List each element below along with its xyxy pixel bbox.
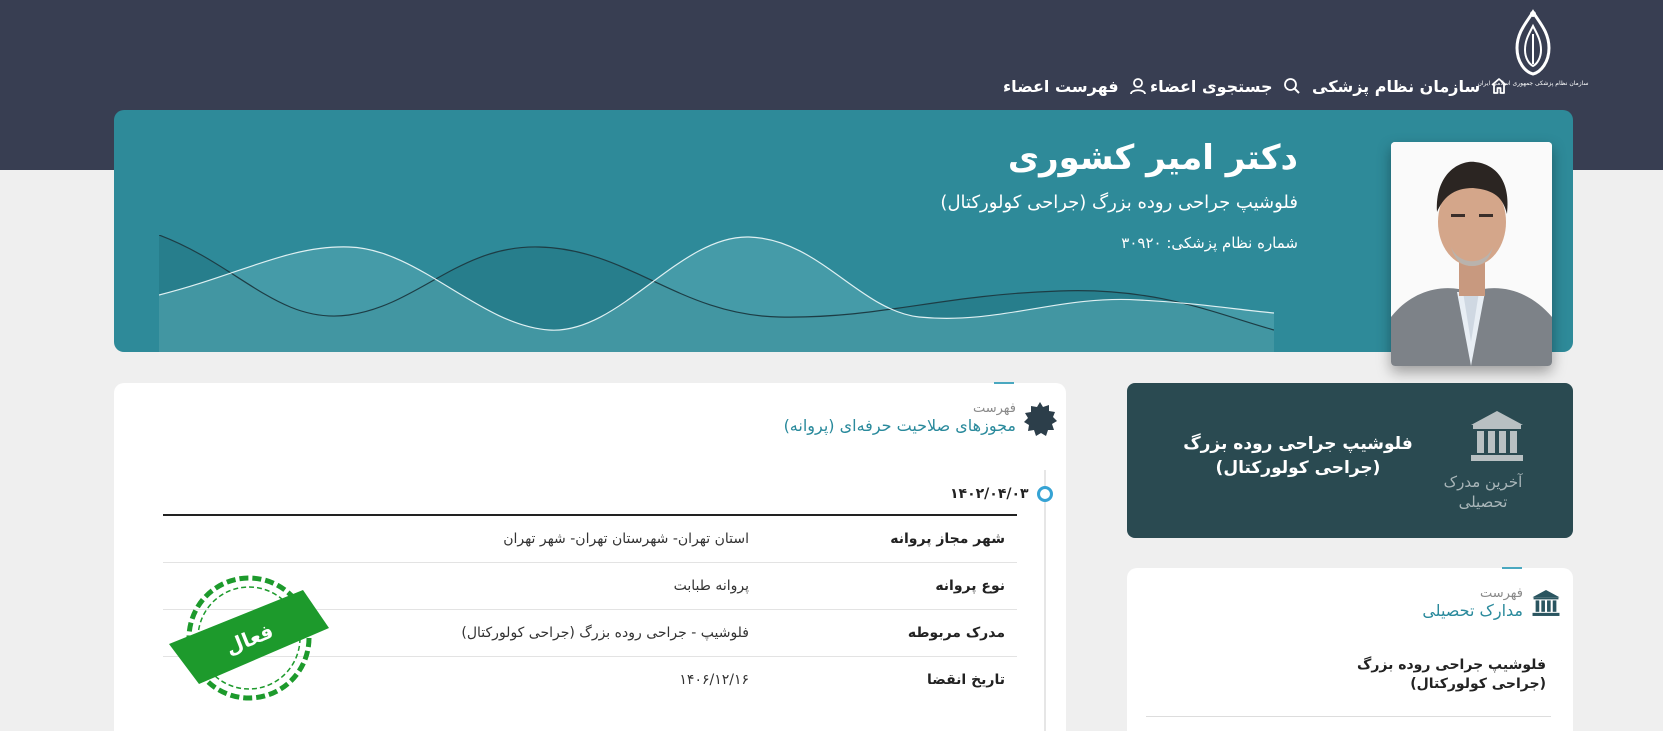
timeline-line <box>1044 470 1046 731</box>
latest-degree-title: فلوشیپ جراحی روده بزرگ (جراحی کولورکتال) <box>1183 434 1413 478</box>
institution-icon <box>1471 411 1523 461</box>
badge-icon <box>1024 402 1057 436</box>
section-tick <box>994 382 1014 384</box>
search-icon <box>1282 76 1302 96</box>
license-row-value: پروانه طبابت <box>673 578 749 594</box>
timeline-dot <box>1037 486 1053 502</box>
license-row-value: ۱۴۰۶/۱۲/۱۶ <box>679 672 749 688</box>
licenses-heading: فهرست مجوزهای صلاحیت حرفه‌ای (پروانه) <box>784 401 1016 435</box>
doctor-name: دکتر امیر کشوری <box>1007 138 1298 178</box>
education-divider <box>1146 716 1551 717</box>
education-heading-small: فهرست <box>1479 586 1523 601</box>
nav-members-label: فهرست اعضاء <box>1003 76 1119 96</box>
education-heading: فهرست مدارک تحصیلی <box>1422 586 1523 620</box>
education-heading-title: مدارک تحصیلی <box>1422 601 1523 620</box>
nav-search-link[interactable]: جستجوی اعضاء <box>1150 72 1302 100</box>
licenses-heading-title: مجوزهای صلاحیت حرفه‌ای (پروانه) <box>783 416 1016 435</box>
user-icon <box>1128 76 1148 96</box>
doctor-photo <box>1391 142 1552 366</box>
institution-icon <box>1532 590 1560 616</box>
license-date: ۱۴۰۲/۰۴/۰۳ <box>950 486 1029 502</box>
latest-degree-card[interactable]: آخرین مدرک تحصیلی فلوشیپ جراحی روده بزرگ… <box>1127 383 1573 538</box>
decorative-waves <box>159 235 1274 352</box>
licenses-heading-small: فهرست <box>972 401 1016 416</box>
emblem-icon <box>1515 9 1551 76</box>
license-row-key: نوع پروانه <box>935 578 1005 594</box>
license-row-key: تاریخ انقضا <box>927 672 1005 688</box>
active-status-stamp: فعال <box>169 575 329 701</box>
license-row-value: استان تهران- شهرستان تهران- شهر تهران <box>503 531 749 547</box>
medical-council-number: شماره نظام پزشکی: ۳۰۹۲۰ <box>1121 234 1298 252</box>
license-row: شهر مجاز پروانه استان تهران- شهرستان تهر… <box>163 516 1017 563</box>
doctor-specialty: فلوشیپ جراحی روده بزرگ (جراحی کولورکتال) <box>940 192 1298 213</box>
nav-home-label: سازمان نظام پزشکی <box>1312 76 1481 96</box>
profile-banner <box>114 110 1573 352</box>
education-item[interactable]: فلوشیپ جراحی روده بزرگ (جراحی کولورکتال) <box>1326 656 1546 694</box>
nav-members-link[interactable]: فهرست اعضاء <box>1003 72 1148 100</box>
license-row-value: فلوشیپ - جراحی روده بزرگ (جراحی کولورکتا… <box>461 625 749 641</box>
nav-home-link[interactable]: سازمان نظام پزشکی <box>1312 72 1509 100</box>
nav-search-label: جستجوی اعضاء <box>1150 76 1273 96</box>
latest-degree-label: آخرین مدرک تحصیلی <box>1443 473 1523 511</box>
license-row-key: مدرک مربوطه <box>907 625 1005 641</box>
license-row-key: شهر مجاز پروانه <box>890 531 1005 547</box>
home-icon <box>1489 76 1509 96</box>
section-tick <box>1502 567 1522 569</box>
